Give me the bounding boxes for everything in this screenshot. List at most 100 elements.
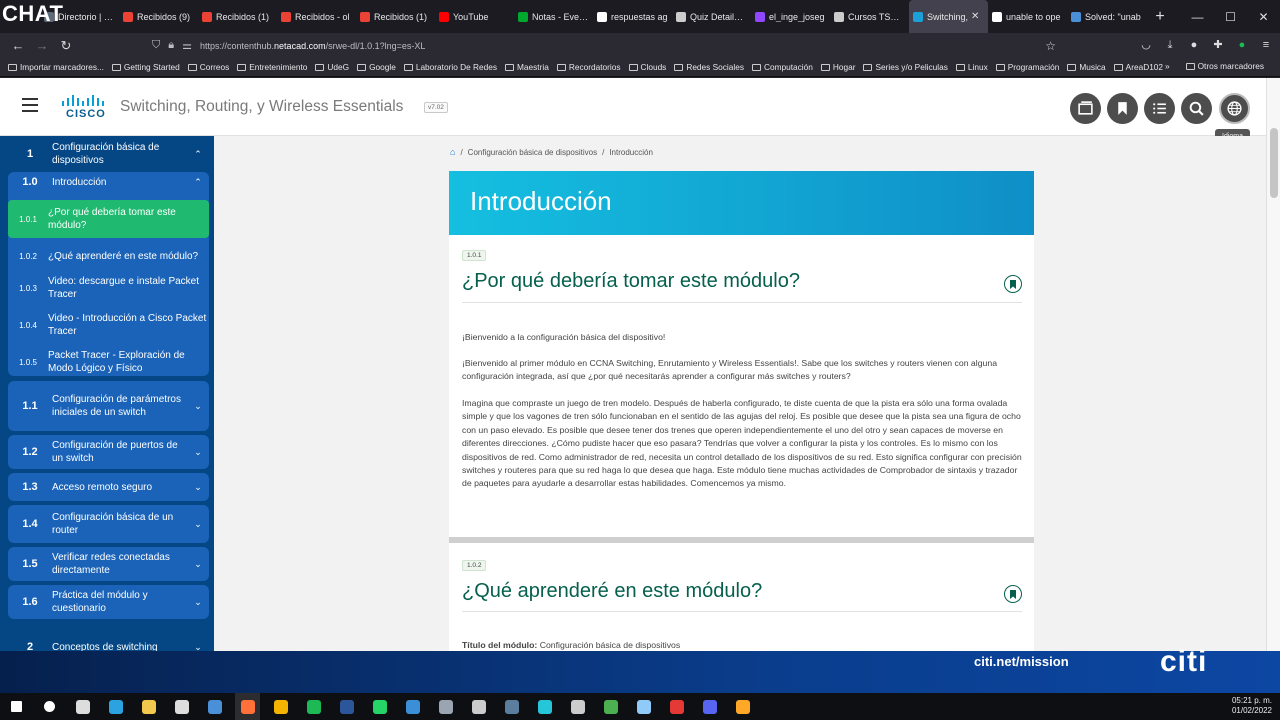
bookmark-item[interactable]: Series y/o Peliculas <box>863 62 948 72</box>
evernote-extension-icon[interactable]: ● <box>1234 37 1250 53</box>
breadcrumb-link-module[interactable]: Configuración básica de dispositivos <box>468 148 597 157</box>
tab-active[interactable]: Switching, ✕ <box>909 0 988 33</box>
discord-icon[interactable] <box>697 693 722 720</box>
acrobat-icon[interactable] <box>664 693 689 720</box>
start-icon[interactable] <box>4 693 29 720</box>
sidebar-topic[interactable]: 1.0.2 ¿Qué aprenderé en este módulo? <box>8 246 209 266</box>
download-icon[interactable]: ⤓ <box>1162 37 1178 53</box>
bookmark-topic-button[interactable] <box>1004 275 1022 293</box>
other-bookmarks-folder[interactable]: Otros marcadores <box>1185 61 1264 71</box>
close-window-button[interactable]: ✕ <box>1247 10 1280 24</box>
hamburger-menu-icon[interactable] <box>22 98 38 112</box>
notepad-icon[interactable] <box>631 693 656 720</box>
store-icon[interactable] <box>169 693 194 720</box>
sidebar-section[interactable]: 1.1 Configuración de parámetros iniciales… <box>8 381 209 431</box>
bookmark-star-icon[interactable]: ☆ <box>1045 39 1056 53</box>
chevron-down-icon[interactable]: ⌄ <box>187 597 209 608</box>
edge-icon[interactable] <box>103 693 128 720</box>
glossary-button[interactable] <box>1070 93 1101 124</box>
word-icon[interactable] <box>334 693 359 720</box>
sidebar-topic[interactable]: 1.0.5 Packet Tracer - Exploración de Modo… <box>8 347 209 377</box>
bookmark-item[interactable]: Importar marcadores... <box>8 62 104 72</box>
tab[interactable]: Cursos TSC | (I <box>830 0 909 33</box>
sidebar-section[interactable]: 1.6 Práctica del módulo y cuestionario ⌄ <box>8 585 209 619</box>
home-icon[interactable]: ⌂ <box>450 147 455 157</box>
url-bar[interactable]: ⛉ 🔒︎ ⚌ https://contenthub.netacad.com/sr… <box>152 35 1056 56</box>
chevron-down-icon[interactable]: ⌄ <box>187 447 209 458</box>
bookmark-item[interactable]: Recordatorios <box>556 62 621 72</box>
sidebar-topic-active[interactable]: 1.0.1 ¿Por qué debería tomar este módulo? <box>8 200 209 238</box>
packet-tracer-icon[interactable] <box>730 693 755 720</box>
language-button[interactable] <box>1219 93 1250 124</box>
bookmark-item[interactable]: Correos <box>187 62 229 72</box>
chevron-up-icon[interactable]: ⌃ <box>187 177 209 188</box>
sidebar-topic[interactable]: 1.0.3 Video: descargue e instale Packet T… <box>8 273 209 303</box>
file-explorer-icon[interactable] <box>136 693 161 720</box>
bookmarks-button[interactable] <box>1107 93 1138 124</box>
spotify-icon[interactable] <box>301 693 326 720</box>
sidebar-topic[interactable]: 1.0.4 Video - Introducción a Cisco Packet… <box>8 310 209 340</box>
bookmark-item[interactable]: Linux <box>955 62 988 72</box>
maximize-button[interactable]: ☐ <box>1214 10 1247 24</box>
bookmark-item[interactable]: UdeG <box>315 62 349 72</box>
tab[interactable]: Recibidos - ol <box>277 0 356 33</box>
mail-icon[interactable] <box>202 693 227 720</box>
tab[interactable]: el_inge_joseg <box>751 0 830 33</box>
sidebar-section[interactable]: 1.3 Acceso remoto seguro ⌄ <box>8 473 209 501</box>
pocket-icon[interactable]: ◡ <box>1138 37 1154 53</box>
system-clock[interactable]: 05:21 p. m. 01/02/2022 <box>1232 696 1272 716</box>
tab[interactable]: unable to ope <box>988 0 1067 33</box>
sidebar-section[interactable]: 1.2 Configuración de puertos de un switch… <box>8 435 209 469</box>
chevron-down-icon[interactable]: ⌄ <box>187 482 209 493</box>
sidebar-section[interactable]: 1.4 Configuración básica de un router ⌄ <box>8 505 209 543</box>
menu-icon[interactable]: ≡ <box>1258 37 1274 53</box>
steam-icon[interactable] <box>499 693 524 720</box>
vpn-icon[interactable] <box>466 693 491 720</box>
reload-icon[interactable]: ↻ <box>54 38 78 54</box>
minimize-button[interactable]: — <box>1181 10 1214 24</box>
firefox-icon[interactable] <box>235 693 260 720</box>
bookmark-item[interactable]: Redes Sociales <box>674 62 744 72</box>
bookmark-item[interactable]: Maestria <box>505 62 549 72</box>
tab[interactable]: Recibidos (1) <box>198 0 277 33</box>
tab[interactable]: Recibidos (9) <box>119 0 198 33</box>
download-icon[interactable] <box>532 693 557 720</box>
tab[interactable]: Recibidos (1) <box>356 0 435 33</box>
bookmark-item[interactable]: AreaD102 <box>1113 62 1163 72</box>
sidebar-module-2[interactable]: 2 Conceptos de switching ⌄ <box>8 636 209 651</box>
bookmark-item[interactable]: Computación <box>751 62 813 72</box>
bookmark-item[interactable]: Google <box>357 62 396 72</box>
bookmark-item[interactable]: Hogar <box>820 62 855 72</box>
scroll-thumb[interactable] <box>1270 128 1278 198</box>
chevron-down-icon[interactable]: ⌄ <box>187 519 209 530</box>
bookmark-item[interactable]: Programación <box>995 62 1059 72</box>
thunderbird-icon[interactable] <box>400 693 425 720</box>
extension-icon[interactable]: ✚ <box>1210 37 1226 53</box>
tab[interactable]: Notas - Everno <box>514 0 593 33</box>
chevron-up-icon[interactable]: ⌃ <box>187 149 209 160</box>
tab[interactable]: respuestas ag <box>593 0 672 33</box>
page-scrollbar[interactable] <box>1266 78 1280 651</box>
close-tab-icon[interactable]: ✕ <box>971 11 979 22</box>
bookmark-item[interactable]: Entretenimiento <box>237 62 307 72</box>
bookmark-item[interactable]: Clouds <box>628 62 666 72</box>
more-bookmarks-button[interactable]: » <box>1165 61 1170 71</box>
tab[interactable]: Solved: "unab <box>1067 0 1146 33</box>
chevron-down-icon[interactable]: ⌄ <box>187 401 209 412</box>
calculator-icon[interactable] <box>433 693 458 720</box>
back-arrow-icon[interactable]: ← <box>6 38 30 53</box>
chevron-down-icon[interactable]: ⌄ <box>187 642 209 652</box>
tab[interactable]: YouTube <box>435 0 514 33</box>
search-icon[interactable] <box>37 693 62 720</box>
bookmark-topic-button[interactable] <box>1004 585 1022 603</box>
sidebar-section[interactable]: 1.5 Verificar redes conectadas directamen… <box>8 547 209 581</box>
obs-icon[interactable] <box>565 693 590 720</box>
new-tab-button[interactable]: + <box>1146 8 1174 26</box>
forward-arrow-icon[interactable]: → <box>30 38 54 53</box>
photos-icon[interactable] <box>598 693 623 720</box>
chevron-down-icon[interactable]: ⌄ <box>187 559 209 570</box>
bookmark-item[interactable]: Laboratorio De Redes <box>403 62 497 72</box>
sidebar-section-1-0[interactable]: 1.0 Introducción ⌃ <box>8 172 209 192</box>
sidebar-module-1[interactable]: 1 Configuración básica de dispositivos ⌃ <box>8 139 209 169</box>
search-button[interactable] <box>1181 93 1212 124</box>
